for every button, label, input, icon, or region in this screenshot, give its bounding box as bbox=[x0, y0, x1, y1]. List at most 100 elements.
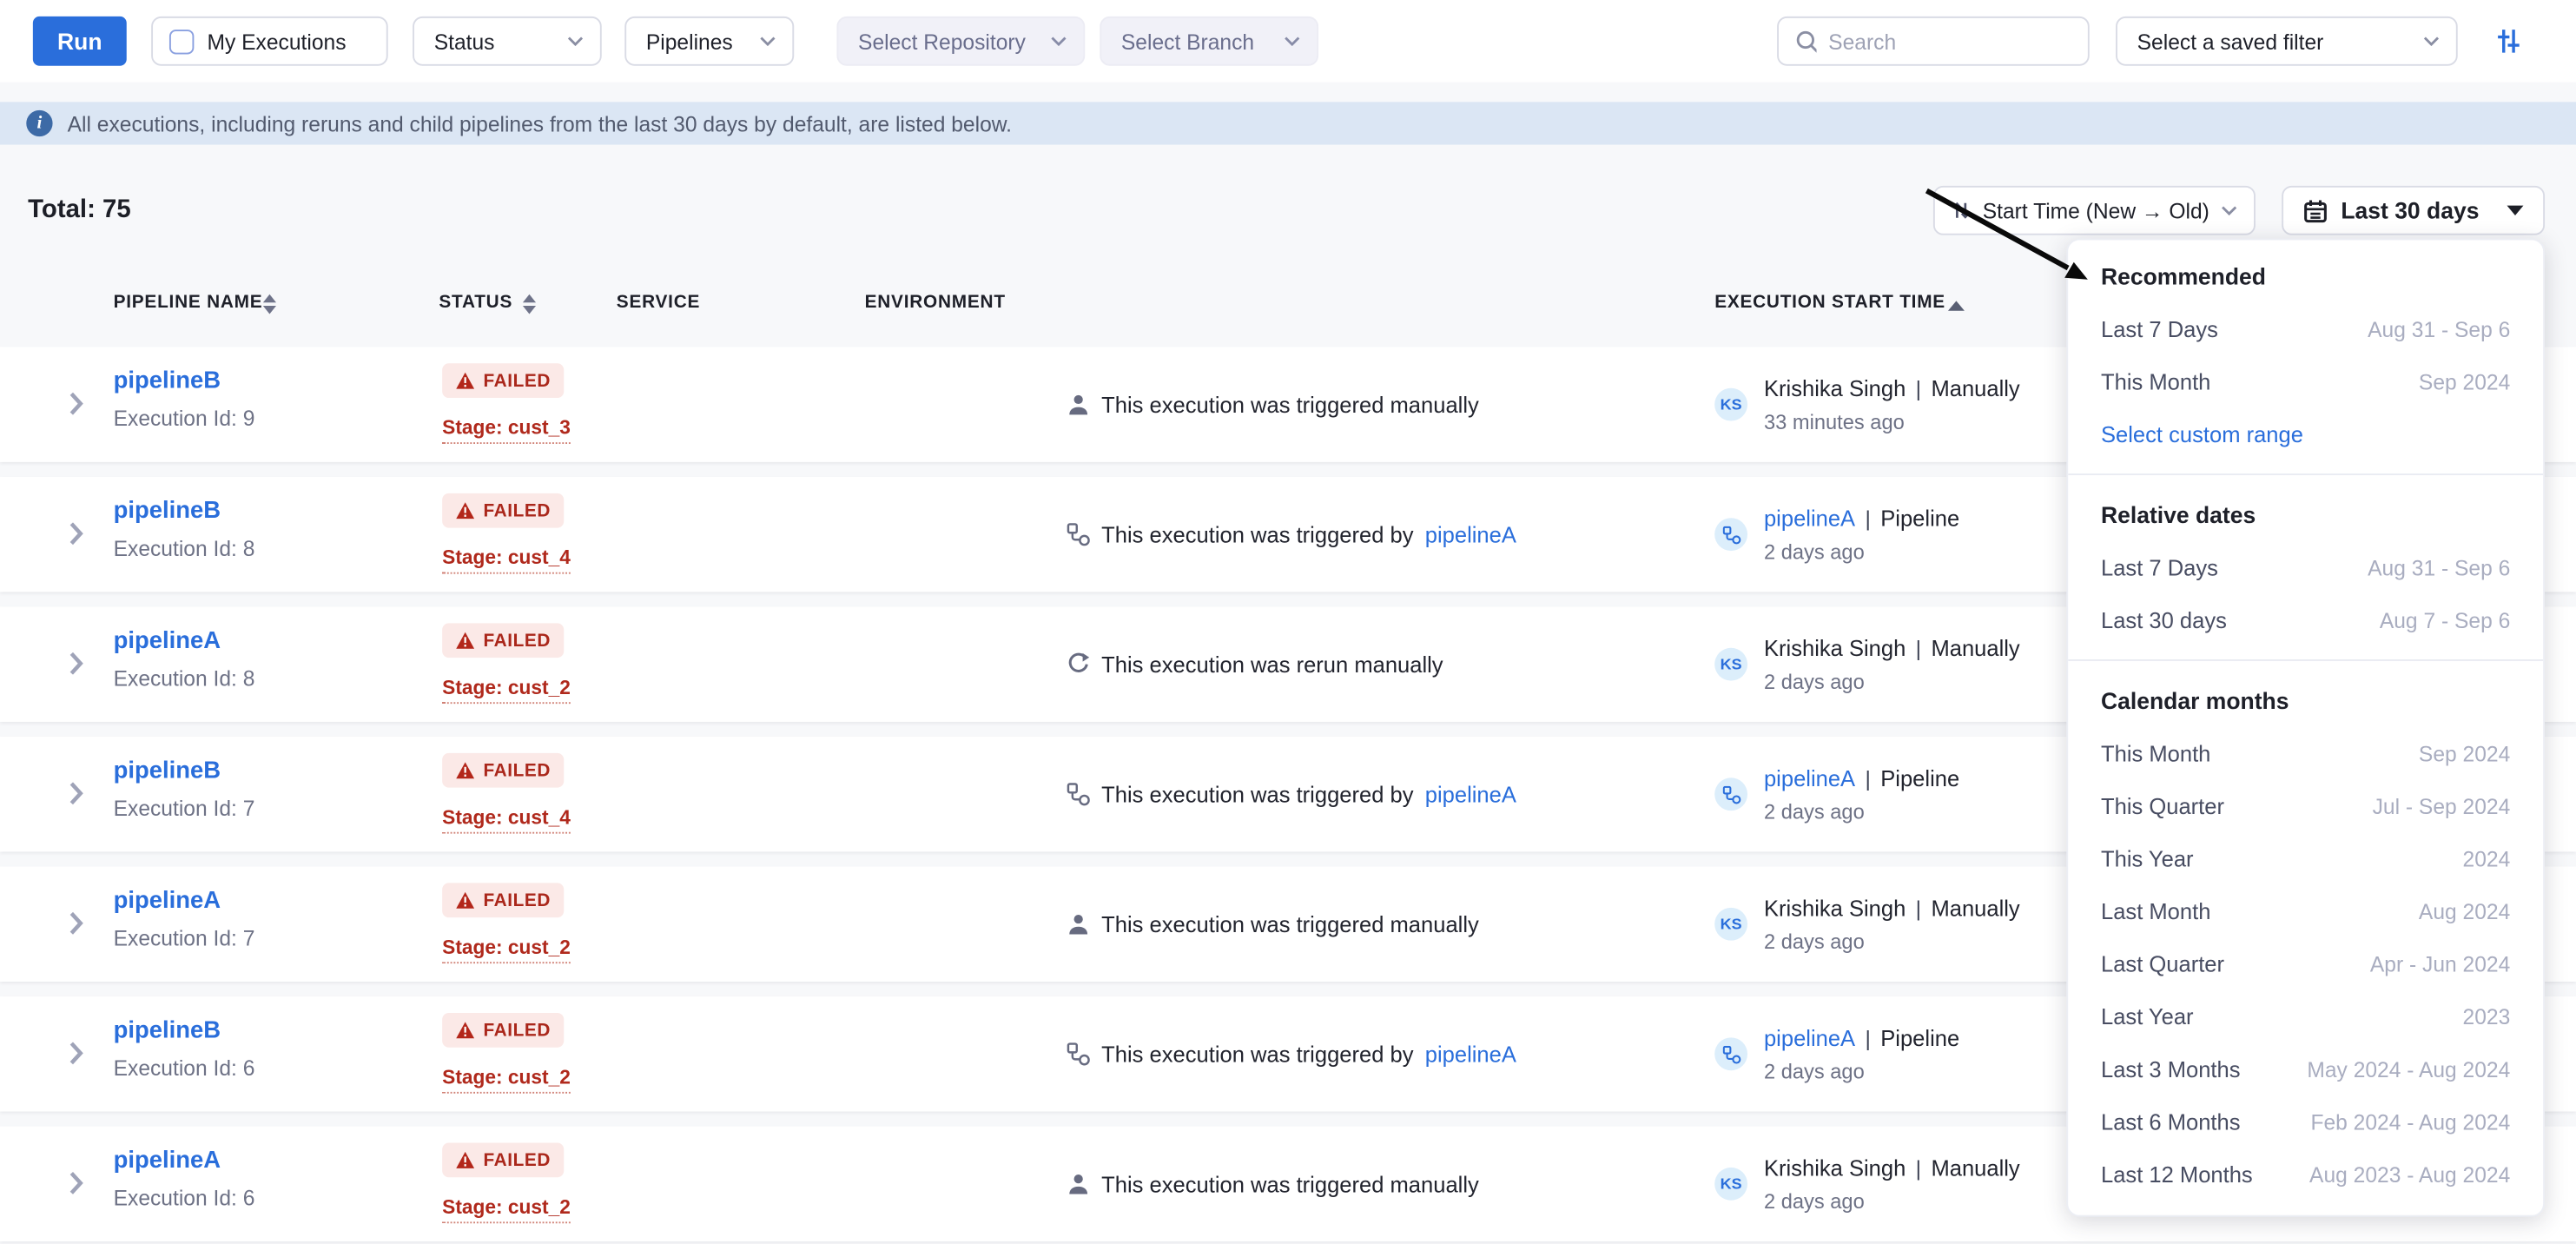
pipeline-name-link[interactable]: pipelineB bbox=[114, 1018, 255, 1044]
failed-stage-link[interactable]: Stage: cust_2 bbox=[442, 676, 571, 704]
date-range-menu: Recommended Last 7 DaysAug 31 - Sep 6 Th… bbox=[2066, 238, 2545, 1216]
time-ago: 2 days ago bbox=[1764, 671, 2020, 693]
menu-item-last-7-days[interactable]: Last 7 DaysAug 31 - Sep 6 bbox=[2101, 302, 2510, 355]
menu-section-calendar-months: Calendar months bbox=[2101, 674, 2510, 727]
menu-item-this-month[interactable]: This MonthSep 2024 bbox=[2101, 355, 2510, 408]
sort-dropdown[interactable]: Start Time (New → Old) bbox=[1933, 186, 2256, 235]
search-box[interactable] bbox=[1777, 17, 2090, 66]
status-filter-label: Status bbox=[434, 29, 495, 53]
starter-pipeline-link[interactable]: pipelineA bbox=[1764, 766, 1855, 791]
rerun-icon bbox=[1067, 652, 1089, 675]
col-status[interactable]: STATUS bbox=[439, 293, 512, 313]
trigger-text: This execution was triggered by bbox=[1101, 522, 1413, 546]
failed-stage-link[interactable]: Stage: cust_2 bbox=[442, 1066, 571, 1094]
branch-filter-dropdown[interactable]: Select Branch bbox=[1100, 17, 1318, 66]
status-badge: FAILED bbox=[442, 753, 564, 788]
failed-stage-link[interactable]: Stage: cust_2 bbox=[442, 1195, 571, 1223]
menu-item-last-3-months[interactable]: Last 3 MonthsMay 2024 - Aug 2024 bbox=[2101, 1042, 2510, 1095]
expand-row-icon[interactable] bbox=[69, 391, 83, 415]
failed-stage-link[interactable]: Stage: cust_2 bbox=[442, 936, 571, 963]
expand-row-icon[interactable] bbox=[69, 1171, 83, 1195]
execution-id: Execution Id: 8 bbox=[114, 536, 255, 560]
menu-item-last-7-days[interactable]: Last 7 DaysAug 31 - Sep 6 bbox=[2101, 541, 2510, 594]
pipelines-filter-label: Pipelines bbox=[646, 29, 733, 53]
chevron-down-icon bbox=[1284, 36, 1300, 46]
total-count: Total: 75 bbox=[28, 195, 131, 225]
failed-stage-link[interactable]: Stage: cust_3 bbox=[442, 416, 571, 444]
my-executions-toggle[interactable]: My Executions bbox=[151, 17, 388, 66]
user-avatar: KS bbox=[1714, 388, 1747, 421]
separator: | bbox=[1916, 637, 1921, 661]
warning-icon bbox=[455, 891, 475, 910]
menu-item-select-custom-range[interactable]: Select custom range bbox=[2101, 407, 2510, 460]
run-button[interactable]: Run bbox=[33, 17, 127, 66]
menu-item-last-month[interactable]: Last MonthAug 2024 bbox=[2101, 884, 2510, 937]
menu-item-last-year[interactable]: Last Year2023 bbox=[2101, 989, 2510, 1042]
pipeline-name-link[interactable]: pipelineA bbox=[114, 1148, 255, 1174]
time-ago: 2 days ago bbox=[1764, 801, 1959, 824]
filter-settings-button[interactable] bbox=[2492, 24, 2525, 57]
sort-toggle-icon[interactable] bbox=[263, 294, 276, 314]
expand-row-icon[interactable] bbox=[69, 911, 83, 936]
pipeline-name-link[interactable]: pipelineB bbox=[114, 758, 255, 784]
menu-section-relative-dates: Relative dates bbox=[2101, 488, 2510, 541]
expand-row-icon[interactable] bbox=[69, 1041, 83, 1065]
expand-row-icon[interactable] bbox=[69, 652, 83, 676]
warning-icon bbox=[455, 1021, 475, 1039]
branch-filter-label: Select Branch bbox=[1121, 29, 1254, 53]
user-icon bbox=[1067, 393, 1089, 415]
sliders-icon bbox=[2492, 24, 2525, 57]
pipeline-name-link[interactable]: pipelineB bbox=[114, 499, 255, 525]
menu-item-last-12-months[interactable]: Last 12 MonthsAug 2023 - Aug 2024 bbox=[2101, 1148, 2510, 1201]
chevron-down-icon bbox=[2423, 36, 2440, 46]
menu-item-last-6-months[interactable]: Last 6 MonthsFeb 2024 - Aug 2024 bbox=[2101, 1095, 2510, 1148]
separator: | bbox=[1865, 506, 1870, 531]
saved-filter-dropdown[interactable]: Select a saved filter bbox=[2116, 17, 2458, 66]
chevron-down-icon bbox=[759, 36, 776, 46]
col-pipeline-name[interactable]: PIPELINE NAME bbox=[114, 293, 263, 313]
trigger-text: This execution was triggered by bbox=[1101, 782, 1413, 806]
sort-arrows-icon bbox=[1952, 201, 1972, 221]
trigger-text: This execution was triggered manually bbox=[1101, 912, 1479, 936]
menu-item-last-30-days[interactable]: Last 30 daysAug 7 - Sep 6 bbox=[2101, 593, 2510, 646]
menu-item-this-month[interactable]: This MonthSep 2024 bbox=[2101, 727, 2510, 780]
starter-pipeline-link[interactable]: pipelineA bbox=[1764, 506, 1855, 531]
repository-filter-dropdown[interactable]: Select Repository bbox=[836, 17, 1085, 66]
pipeline-name-link[interactable]: pipelineA bbox=[114, 628, 255, 654]
trigger-pipeline-link[interactable]: pipelineA bbox=[1425, 1042, 1516, 1066]
expand-row-icon[interactable] bbox=[69, 521, 83, 546]
menu-item-this-quarter[interactable]: This QuarterJul - Sep 2024 bbox=[2101, 779, 2510, 832]
divider bbox=[2068, 659, 2543, 661]
pipeline-name-link[interactable]: pipelineA bbox=[114, 888, 255, 914]
trigger-pipeline-link[interactable]: pipelineA bbox=[1425, 782, 1516, 806]
search-input[interactable] bbox=[1828, 29, 2071, 53]
pipelines-filter-dropdown[interactable]: Pipelines bbox=[624, 17, 794, 66]
menu-item-this-year[interactable]: This Year2024 bbox=[2101, 832, 2510, 885]
time-ago: 2 days ago bbox=[1764, 541, 1959, 564]
trigger-type: Manually bbox=[1931, 376, 2019, 400]
menu-item-last-quarter[interactable]: Last QuarterApr - Jun 2024 bbox=[2101, 937, 2510, 990]
trigger-type: Manually bbox=[1931, 1156, 2019, 1181]
execution-id: Execution Id: 6 bbox=[114, 1186, 255, 1210]
time-ago: 33 minutes ago bbox=[1764, 411, 2020, 433]
my-executions-checkbox[interactable] bbox=[169, 29, 194, 53]
sort-toggle-icon[interactable] bbox=[523, 294, 536, 314]
starter-name: Krishika Singh bbox=[1764, 897, 1906, 921]
trigger-text: This execution was triggered manually bbox=[1101, 1172, 1479, 1196]
status-filter-dropdown[interactable]: Status bbox=[413, 17, 602, 66]
saved-filter-label: Select a saved filter bbox=[2137, 29, 2324, 53]
trigger-pipeline-link[interactable]: pipelineA bbox=[1425, 522, 1516, 546]
trigger-type: Manually bbox=[1931, 897, 2019, 921]
failed-stage-link[interactable]: Stage: cust_4 bbox=[442, 546, 571, 573]
date-range-button[interactable]: Last 30 days bbox=[2282, 186, 2545, 235]
col-environment: ENVIRONMENT bbox=[865, 293, 1006, 313]
col-execution-start-time[interactable]: EXECUTION START TIME bbox=[1714, 293, 1945, 313]
starter-name: Krishika Singh bbox=[1764, 1156, 1906, 1181]
pipeline-name-link[interactable]: pipelineB bbox=[114, 368, 255, 394]
pipeline-avatar bbox=[1714, 778, 1747, 811]
failed-stage-link[interactable]: Stage: cust_4 bbox=[442, 805, 571, 833]
starter-pipeline-link[interactable]: pipelineA bbox=[1764, 1026, 1855, 1050]
expand-row-icon[interactable] bbox=[69, 781, 83, 805]
pipeline-avatar bbox=[1714, 1037, 1747, 1070]
pipeline-icon bbox=[1067, 783, 1089, 805]
